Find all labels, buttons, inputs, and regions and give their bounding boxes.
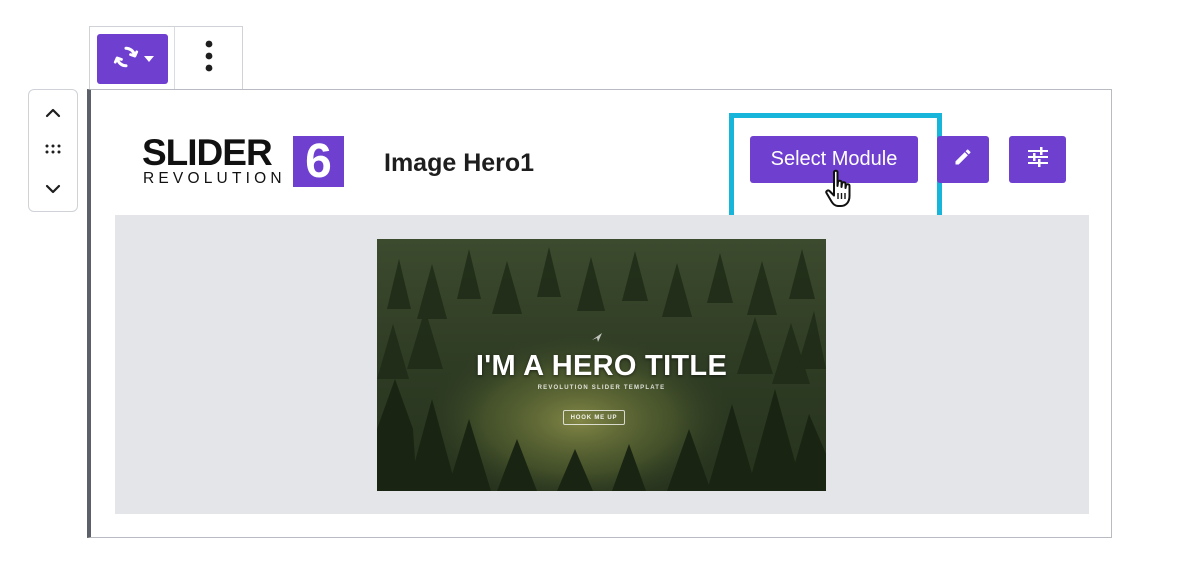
chevron-down-icon — [45, 181, 61, 199]
module-settings-button[interactable] — [1009, 136, 1066, 183]
hero-button: HOOK ME UP — [563, 410, 625, 425]
rotate-arrows-icon — [112, 43, 140, 76]
drag-handle[interactable] — [29, 135, 77, 165]
sliders-icon — [1027, 147, 1049, 172]
move-up-button[interactable] — [29, 96, 77, 132]
hand-pointer-icon — [824, 169, 858, 211]
more-options-button[interactable] — [175, 27, 243, 90]
hero-subtitle: REVOLUTION SLIDER TEMPLATE — [537, 385, 666, 391]
edit-module-button[interactable] — [937, 136, 989, 183]
slider-revolution-block[interactable]: SLIDER REVOLUTION 6 Image Hero1 Select M… — [87, 89, 1112, 538]
hero-logo-icon — [591, 331, 603, 343]
module-title: Image Hero1 — [384, 149, 535, 177]
logo-subword: REVOLUTION — [143, 170, 286, 187]
move-down-button[interactable] — [29, 172, 77, 208]
vertical-ellipsis-icon — [205, 39, 213, 78]
logo-number: 6 — [293, 136, 344, 187]
module-preview-area: I'M A HERO TITLE REVOLUTION SLIDER TEMPL… — [115, 215, 1089, 514]
caret-down-icon — [143, 50, 154, 68]
module-preview-image: I'M A HERO TITLE REVOLUTION SLIDER TEMPL… — [377, 239, 826, 491]
block-transform-button[interactable] — [97, 34, 168, 84]
block-mover — [28, 89, 78, 212]
drag-handle-icon — [44, 141, 62, 159]
block-toolbar — [89, 26, 243, 90]
logo-word: SLIDER — [142, 132, 273, 173]
slider-revolution-logo: SLIDER REVOLUTION 6 — [142, 134, 346, 189]
pencil-icon — [953, 147, 973, 172]
chevron-up-icon — [45, 105, 61, 123]
hero-title: I'M A HERO TITLE — [475, 350, 728, 382]
